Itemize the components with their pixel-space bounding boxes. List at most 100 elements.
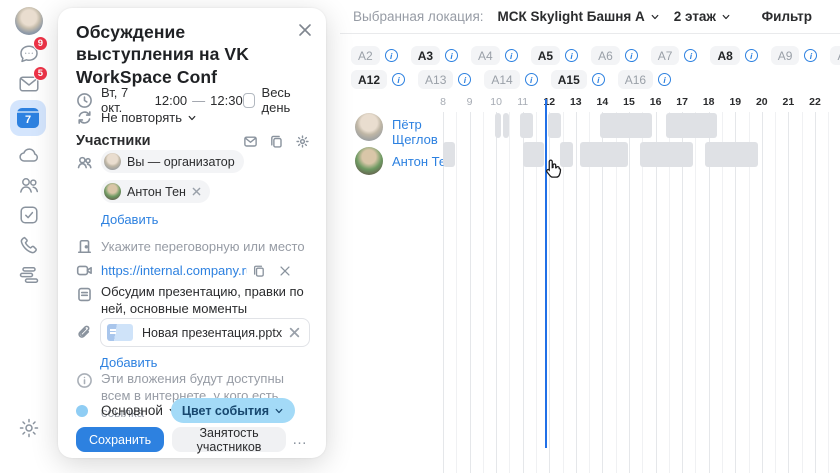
room-info-icon-A5[interactable]: i <box>565 49 578 62</box>
profile-avatar[interactable] <box>15 7 43 35</box>
video-camera-icon <box>76 262 93 279</box>
sidebar-item-cloud[interactable] <box>17 143 41 167</box>
location-placeholder[interactable]: Укажите переговорную или место <box>101 239 305 254</box>
close-icon[interactable] <box>297 22 313 38</box>
remove-participant-icon[interactable] <box>192 187 201 196</box>
attachment-chip[interactable]: Новая презентация.pptx <box>100 318 310 347</box>
grid-line-9 <box>470 112 471 473</box>
repeat-value[interactable]: Не повторять <box>101 110 182 125</box>
room-chip-A3[interactable]: A3 <box>411 46 440 65</box>
busy-block[interactable] <box>600 113 652 138</box>
grid-line-20.5 <box>775 112 776 473</box>
busy-block[interactable] <box>580 142 628 167</box>
busy-block[interactable] <box>523 142 545 167</box>
event-start-time[interactable]: 12:00 <box>155 93 188 108</box>
busy-block[interactable] <box>520 113 533 138</box>
availability-button[interactable]: Занятость участников <box>172 427 286 452</box>
copy-list-icon[interactable] <box>269 134 284 149</box>
room-info-icon-A13[interactable]: i <box>458 73 471 86</box>
location-dropdown[interactable]: МСК Skylight Башня А <box>498 9 660 24</box>
participant-avatar-1[interactable] <box>355 113 383 141</box>
room-chip-A10[interactable]: A10 <box>830 46 840 65</box>
repeat-row[interactable]: Не повторять <box>76 109 197 126</box>
participant-avatar-2[interactable] <box>355 147 383 175</box>
room-info-icon-A6[interactable]: i <box>625 49 638 62</box>
room-chip-A7[interactable]: A7 <box>651 46 680 65</box>
sidebar-item-calendar-active[interactable]: 7 <box>10 100 46 136</box>
room-info-icon-A4[interactable]: i <box>505 49 518 62</box>
room-chip-A13[interactable]: A13 <box>418 70 453 89</box>
room-group-A15: A15 i <box>551 70 605 89</box>
filter-button[interactable]: Фильтр <box>762 9 812 24</box>
sidebar-item-chats[interactable]: 9 <box>17 42 41 66</box>
calendar-day-number: 7 <box>25 114 31 126</box>
event-color-name[interactable]: Основной <box>101 403 163 418</box>
room-info-icon-A2[interactable]: i <box>385 49 398 62</box>
description-row[interactable]: Обсудим презентацию, правки по ней, осно… <box>76 284 309 318</box>
add-attachment-link[interactable]: Добавить <box>100 355 157 370</box>
description-text[interactable]: Обсудим презентацию, правки по ней, осно… <box>101 284 309 318</box>
sidebar-item-calls[interactable] <box>17 233 41 257</box>
room-info-icon-A12[interactable]: i <box>392 73 405 86</box>
room-group-A14: A14 i <box>484 70 537 89</box>
all-day-checkbox[interactable] <box>243 93 255 108</box>
room-info-icon-A14[interactable]: i <box>525 73 538 86</box>
participants-icon <box>76 154 93 171</box>
event-end-time[interactable]: 12:30 <box>210 93 243 108</box>
participant-name-link[interactable]: ПётрЩеглов <box>392 117 438 147</box>
room-info-icon-A3[interactable]: i <box>445 49 458 62</box>
busy-block[interactable] <box>503 113 509 138</box>
busy-block[interactable] <box>443 142 455 167</box>
sidebar-item-contacts[interactable] <box>17 173 41 197</box>
add-participant-link[interactable]: Добавить <box>101 212 244 227</box>
room-info-icon-A16[interactable]: i <box>658 73 671 86</box>
floor-dropdown[interactable]: 2 этаж <box>674 9 731 24</box>
room-chip-A16[interactable]: A16 <box>618 70 653 89</box>
busy-block[interactable] <box>705 142 758 167</box>
remove-link-icon[interactable] <box>278 264 292 278</box>
sidebar-item-tasks[interactable] <box>17 203 41 227</box>
room-chip-A4[interactable]: A4 <box>471 46 500 65</box>
room-info-icon-A9[interactable]: i <box>804 49 817 62</box>
room-chip-A9[interactable]: A9 <box>771 46 800 65</box>
busy-block[interactable] <box>666 113 717 138</box>
hour-label-10: 10 <box>486 96 506 108</box>
sidebar-item-channels[interactable] <box>17 263 41 287</box>
room-chip-A6[interactable]: A6 <box>591 46 620 65</box>
busy-block[interactable] <box>548 113 561 138</box>
room-chip-A15[interactable]: A15 <box>551 70 587 89</box>
room-chip-A2[interactable]: A2 <box>351 46 380 65</box>
save-button[interactable]: Сохранить <box>76 427 164 452</box>
room-chip-A8[interactable]: A8 <box>710 46 739 65</box>
repeat-icon <box>76 109 93 126</box>
call-link[interactable]: https://internal.company.ru/call/pr… <box>101 263 247 278</box>
busy-block[interactable] <box>495 113 502 138</box>
invite-mail-icon[interactable] <box>243 134 258 149</box>
busy-block[interactable] <box>640 142 693 167</box>
participant-chip-organizer[interactable]: Вы — организатор <box>101 150 244 173</box>
room-info-icon-A8[interactable]: i <box>745 49 758 62</box>
sidebar-item-settings[interactable] <box>17 416 41 440</box>
room-group-A3: A3 i <box>411 46 458 65</box>
organizer-avatar <box>104 153 121 170</box>
event-title[interactable]: Обсуждение выступления на VK WorkSpace C… <box>76 21 308 88</box>
room-info-icon-A7[interactable]: i <box>684 49 697 62</box>
participants-settings-icon[interactable] <box>295 134 310 149</box>
more-actions-button[interactable]: … <box>286 427 314 452</box>
room-chip-A5[interactable]: A5 <box>531 46 560 65</box>
room-info-icon-A15[interactable]: i <box>592 73 605 86</box>
room-chip-A12[interactable]: A12 <box>351 70 387 89</box>
participants-actions <box>243 134 310 149</box>
event-color-pill-label: Цвет события <box>182 404 269 418</box>
room-chips-row-2: A12 i A13 i A14 i A15 i A16 i <box>351 70 684 89</box>
room-group-A2: A2 i <box>351 46 398 65</box>
event-color-pill[interactable]: Цвет события <box>171 398 295 423</box>
copy-link-icon[interactable] <box>252 264 266 278</box>
remove-attachment-icon[interactable] <box>289 327 300 338</box>
location-row[interactable]: Укажите переговорную или место <box>76 238 305 255</box>
hour-label-12: 12 <box>539 96 559 108</box>
sidebar-item-mail[interactable]: 5 <box>17 72 41 96</box>
floor-value: 2 этаж <box>674 9 716 24</box>
participant-chip-guest[interactable]: Антон Тен <box>101 180 210 203</box>
room-chip-A14[interactable]: A14 <box>484 70 519 89</box>
